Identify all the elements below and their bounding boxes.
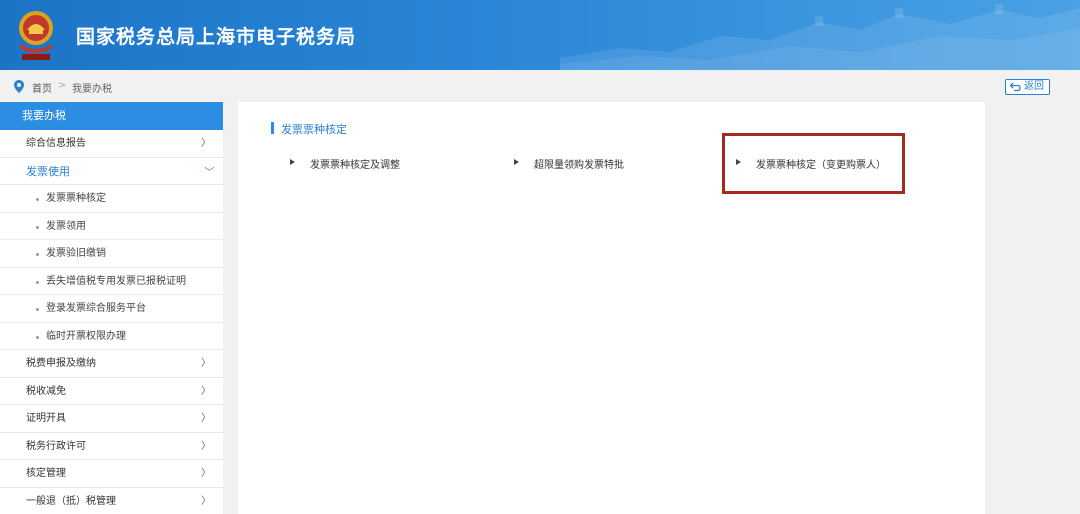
chevron-right-icon: 〉: [201, 413, 211, 424]
sidebar-item-label: 核定管理: [26, 468, 66, 479]
sidebar-subitem-label: 发票验旧缴销: [46, 248, 106, 259]
location-pin-icon: [14, 80, 24, 93]
sidebar-subitem-invoice-service-platform[interactable]: 登录发票综合服务平台: [0, 295, 223, 323]
chevron-right-icon: 〉: [201, 495, 211, 507]
chevron-right-icon: 〉: [201, 358, 211, 369]
sidebar-subitem-label: 临时开票权限办理: [46, 330, 126, 342]
breadcrumb-current: 我要办税: [72, 84, 112, 95]
site-header: 国家税务总局上海市电子税务局: [0, 0, 1080, 70]
chevron-right-icon: 〉: [201, 468, 211, 479]
sidebar-subitem-invoice-verification-cancel[interactable]: 发票验旧缴销: [0, 240, 223, 268]
highlight-annotation-box: [722, 133, 905, 194]
back-button[interactable]: 返回: [1005, 79, 1050, 95]
sidebar-item-label: 税务行政许可: [26, 440, 86, 452]
great-wall-decoration: [560, 4, 1080, 70]
sidebar-item-label: 综合信息报告: [26, 138, 86, 149]
sidebar-subitem-invoice-type-approval[interactable]: 发票票种核定: [0, 185, 223, 213]
sidebar-item-administrative-license[interactable]: 税务行政许可 〉: [0, 432, 223, 460]
chevron-down-icon: 〉: [202, 166, 214, 176]
bullet-dot-icon: [36, 253, 39, 256]
site-title: 国家税务总局上海市电子税务局: [76, 26, 357, 48]
sidebar-item-assessment-management[interactable]: 核定管理 〉: [0, 460, 223, 488]
link-invoice-type-approval-adjust[interactable]: 发票票种核定及调整: [290, 156, 400, 171]
sidebar-item-tax-reduction[interactable]: 税收减免 〉: [0, 377, 223, 405]
link-over-limit-invoice-approval[interactable]: 超限量领购发票特批: [514, 156, 624, 171]
link-label: 发票票种核定及调整: [310, 160, 400, 171]
bullet-dot-icon: [36, 308, 39, 311]
sidebar-item-label: 证明开具: [26, 413, 66, 424]
triangle-bullet-icon: [514, 159, 519, 165]
sidebar-item-label: 税费申报及缴纳: [26, 358, 96, 369]
breadcrumb-home-link[interactable]: 首页: [32, 80, 52, 95]
sidebar-item-certificate-issuance[interactable]: 证明开具 〉: [0, 405, 223, 433]
chevron-right-icon: 〉: [201, 138, 211, 149]
sidebar-subitem-label: 发票票种核定: [46, 193, 106, 204]
return-arrow-icon: [1010, 82, 1021, 92]
tax-emblem-icon: [19, 11, 53, 60]
section-title: 发票票种核定: [281, 123, 347, 136]
bullet-dot-icon: [36, 198, 39, 201]
back-button-label: 返回: [1024, 81, 1044, 92]
link-label: 超限量领购发票特批: [534, 160, 624, 171]
sidebar-item-label: 发票使用: [26, 164, 70, 178]
sidebar-item-comprehensive-report[interactable]: 综合信息报告 〉: [0, 130, 223, 158]
bullet-dot-icon: [36, 280, 39, 284]
section-accent-bar: [271, 122, 274, 134]
sidebar-heading[interactable]: 我要办税: [0, 102, 223, 130]
breadcrumb-separator: >: [58, 80, 67, 91]
sidebar-item-tax-refund-management[interactable]: 一般退（抵）税管理 〉: [0, 487, 223, 514]
bullet-dot-icon: [36, 335, 39, 339]
sidebar-item-invoice-usage[interactable]: 发票使用 〉: [0, 157, 223, 185]
sidebar: 我要办税 综合信息报告 〉 发票使用 〉 发票票种核定 发票领用 发票验旧缴销 …: [0, 102, 223, 514]
sidebar-subitem-lost-vat-invoice-proof[interactable]: 丢失增值税专用发票已报税证明: [0, 268, 223, 295]
chevron-right-icon: 〉: [201, 440, 211, 452]
sidebar-item-tax-declaration-payment[interactable]: 税费申报及缴纳 〉: [0, 350, 223, 378]
chevron-right-icon: 〉: [201, 385, 211, 397]
sidebar-item-label: 一般退（抵）税管理: [26, 495, 116, 507]
sidebar-subitem-label: 丢失增值税专用发票已报税证明: [46, 275, 186, 287]
sidebar-subitem-label: 登录发票综合服务平台: [46, 303, 146, 314]
sidebar-item-label: 税收减免: [26, 385, 66, 397]
triangle-bullet-icon: [290, 159, 295, 165]
sidebar-subitem-temporary-invoicing-permission[interactable]: 临时开票权限办理: [0, 323, 223, 350]
bullet-dot-icon: [36, 225, 39, 229]
sidebar-subitem-label: 发票领用: [46, 220, 86, 232]
sidebar-subitem-invoice-collection[interactable]: 发票领用: [0, 213, 223, 240]
breadcrumb: 首页 > 我要办税: [0, 70, 1080, 102]
